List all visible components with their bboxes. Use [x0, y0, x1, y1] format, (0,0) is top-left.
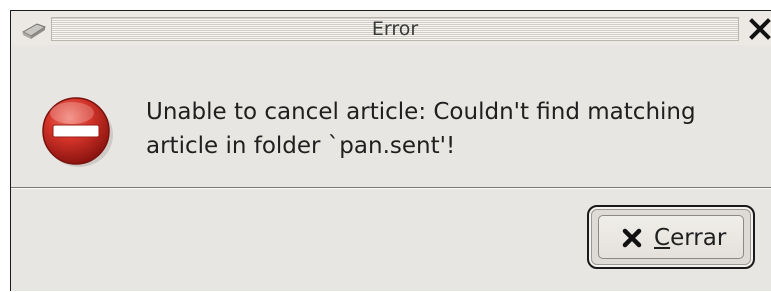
window-title: Error: [371, 18, 419, 40]
cerrar-label-rest: errar: [670, 225, 727, 251]
error-message-line-2: article in folder `pan.sent'!: [146, 133, 456, 159]
error-message: Unable to cancel article: Couldn't find …: [146, 95, 761, 163]
close-x-icon: [620, 226, 644, 250]
cerrar-mnemonic: C: [654, 225, 671, 251]
error-message-line-1: Unable to cancel article: Couldn't find …: [146, 99, 696, 125]
title-strip: Error: [51, 17, 739, 41]
error-dialog-window: Error Unable to cancel article: Couldn't…: [10, 10, 771, 291]
error-icon: [39, 93, 115, 169]
button-area: Cerrar: [11, 189, 771, 292]
cerrar-button[interactable]: Cerrar: [587, 205, 755, 269]
dialog-content: Unable to cancel article: Couldn't find …: [11, 45, 771, 191]
window-menu-icon[interactable]: [20, 18, 48, 40]
close-window-icon[interactable]: [748, 17, 771, 41]
cerrar-button-label: Cerrar: [654, 225, 726, 251]
cerrar-button-face[interactable]: Cerrar: [598, 215, 744, 259]
title-bar[interactable]: Error: [11, 11, 771, 45]
